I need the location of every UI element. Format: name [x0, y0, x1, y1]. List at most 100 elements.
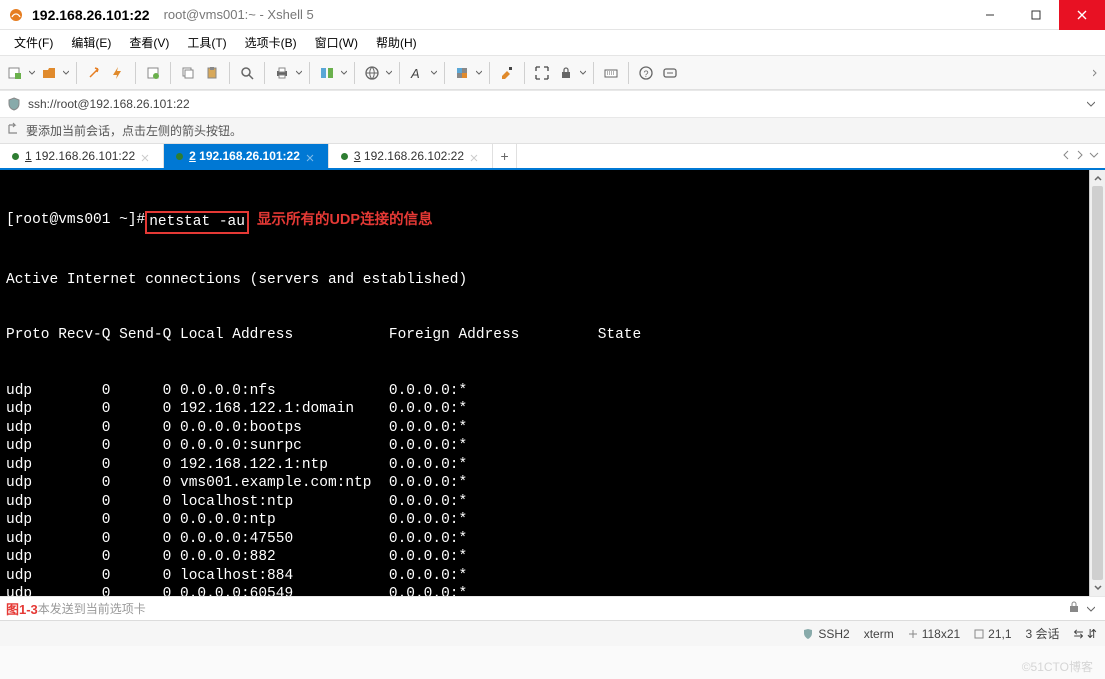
- highlight-icon[interactable]: [496, 62, 518, 84]
- dropdown-arrow-icon[interactable]: [28, 70, 36, 76]
- quick-connect-icon[interactable]: [107, 62, 129, 84]
- tab-close-icon[interactable]: [306, 151, 316, 161]
- toolbar-separator: [489, 62, 490, 84]
- terminal-line: udp 0 0 0.0.0.0:ntp 0.0.0.0:*: [6, 511, 1083, 530]
- status-dot-icon: [176, 153, 183, 160]
- font-icon[interactable]: A: [406, 62, 428, 84]
- dropdown-arrow-icon[interactable]: [295, 70, 303, 76]
- color-scheme-icon[interactable]: [451, 62, 473, 84]
- reconnect-icon[interactable]: [83, 62, 105, 84]
- toolbar: A ?: [0, 56, 1105, 90]
- dropdown-arrow-icon[interactable]: [430, 70, 438, 76]
- terminal[interactable]: [root@vms001 ~]# netstat -au显示所有的UDP连接的信…: [0, 170, 1089, 596]
- menu-tabs[interactable]: 选项卡(B): [237, 31, 305, 54]
- new-session-icon[interactable]: [4, 62, 26, 84]
- address-dropdown-icon[interactable]: [1083, 100, 1099, 108]
- terminal-line: udp 0 0 0.0.0.0:47550 0.0.0.0:*: [6, 530, 1083, 549]
- tab-close-icon[interactable]: [141, 151, 151, 161]
- terminal-scrollbar[interactable]: [1089, 170, 1105, 596]
- toolbar-separator: [135, 62, 136, 84]
- title-ip: 192.168.26.101:22: [32, 7, 150, 23]
- ssh-shield-icon: [6, 96, 22, 112]
- toolbar-overflow-icon[interactable]: [1091, 67, 1101, 79]
- dropdown-arrow-icon[interactable]: [475, 70, 483, 76]
- toolbar-separator: [309, 62, 310, 84]
- window-controls: [967, 0, 1105, 30]
- title-rest: root@vms001:~ - Xshell 5: [164, 7, 314, 22]
- tab-add-button[interactable]: +: [493, 144, 517, 168]
- open-session-icon[interactable]: [38, 62, 60, 84]
- keyboard-icon[interactable]: [600, 62, 622, 84]
- shield-icon: [802, 628, 814, 640]
- tab-next-icon[interactable]: [1075, 149, 1085, 163]
- close-button[interactable]: [1059, 0, 1105, 30]
- menu-window[interactable]: 窗口(W): [307, 31, 366, 54]
- toolbar-separator: [444, 62, 445, 84]
- status-dot-icon: [12, 153, 19, 160]
- terminal-line: Active Internet connections (servers and…: [6, 271, 1083, 290]
- status-ssh: SSH2: [802, 627, 849, 641]
- maximize-button[interactable]: [1013, 0, 1059, 30]
- dropdown-arrow-icon[interactable]: [579, 70, 587, 76]
- terminal-line: udp 0 0 192.168.122.1:domain 0.0.0.0:*: [6, 400, 1083, 419]
- menu-help[interactable]: 帮助(H): [368, 31, 425, 54]
- svg-text:A: A: [410, 66, 420, 81]
- menu-tools[interactable]: 工具(T): [179, 31, 234, 54]
- minimize-button[interactable]: [967, 0, 1013, 30]
- scroll-track[interactable]: [1090, 186, 1105, 580]
- toolbar-separator: [628, 62, 629, 84]
- tab-label: 1 192.168.26.101:22: [25, 149, 135, 163]
- print-icon[interactable]: [271, 62, 293, 84]
- transfer-icon[interactable]: [316, 62, 338, 84]
- tab-menu-icon[interactable]: [1089, 149, 1099, 163]
- send-placeholder[interactable]: 本发送到当前选项卡: [38, 600, 146, 617]
- tab-prev-icon[interactable]: [1061, 149, 1071, 163]
- session-tab[interactable]: 1 192.168.26.101:22: [0, 144, 164, 168]
- arrow-hint-icon[interactable]: [6, 122, 20, 139]
- toolbar-separator: [76, 62, 77, 84]
- help-icon[interactable]: ?: [635, 62, 657, 84]
- scroll-down-icon[interactable]: [1090, 580, 1105, 596]
- title-bar: 192.168.26.101:22 root@vms001:~ - Xshell…: [0, 0, 1105, 30]
- hint-bar: 要添加当前会话，点击左侧的箭头按钮。: [0, 118, 1105, 144]
- menu-view[interactable]: 查看(V): [121, 31, 177, 54]
- send-dropdown-icon[interactable]: [1087, 602, 1099, 616]
- scroll-thumb[interactable]: [1092, 186, 1103, 580]
- menu-bar: 文件(F) 编辑(E) 查看(V) 工具(T) 选项卡(B) 窗口(W) 帮助(…: [0, 30, 1105, 56]
- menu-file[interactable]: 文件(F): [6, 31, 61, 54]
- session-tab[interactable]: 2 192.168.26.101:22: [164, 144, 329, 168]
- encoding-icon[interactable]: [361, 62, 383, 84]
- address-bar: [0, 90, 1105, 118]
- paste-icon[interactable]: [201, 62, 223, 84]
- toolbar-separator: [264, 62, 265, 84]
- address-input[interactable]: [28, 97, 1077, 111]
- menu-edit[interactable]: 编辑(E): [63, 31, 119, 54]
- terminal-line: udp 0 0 localhost:ntp 0.0.0.0:*: [6, 493, 1083, 512]
- pos-icon: [974, 629, 984, 639]
- tab-nav: [1055, 144, 1105, 168]
- session-tab[interactable]: 3 192.168.26.102:22: [329, 144, 493, 168]
- toolbar-separator: [524, 62, 525, 84]
- scroll-up-icon[interactable]: [1090, 170, 1105, 186]
- copy-icon[interactable]: [177, 62, 199, 84]
- compose-bar-icon[interactable]: [659, 62, 681, 84]
- properties-icon[interactable]: [142, 62, 164, 84]
- terminal-columns: Proto Recv-Q Send-Q Local Address Foreig…: [6, 326, 1083, 345]
- dropdown-arrow-icon[interactable]: [385, 70, 393, 76]
- lock-icon[interactable]: [555, 62, 577, 84]
- status-term: xterm: [864, 627, 894, 641]
- terminal-line: udp 0 0 192.168.122.1:ntp 0.0.0.0:*: [6, 456, 1083, 475]
- toolbar-separator: [354, 62, 355, 84]
- fullscreen-icon[interactable]: [531, 62, 553, 84]
- status-sessions: 3 会话: [1026, 625, 1060, 642]
- status-size: 118x21: [908, 627, 960, 641]
- dropdown-arrow-icon[interactable]: [340, 70, 348, 76]
- find-icon[interactable]: [236, 62, 258, 84]
- app-icon: [8, 7, 24, 23]
- figure-label: 图1-3: [6, 599, 38, 618]
- svg-text:?: ?: [644, 69, 649, 79]
- toolbar-separator: [170, 62, 171, 84]
- send-lock-icon[interactable]: [1067, 600, 1081, 617]
- dropdown-arrow-icon[interactable]: [62, 70, 70, 76]
- tab-close-icon[interactable]: [470, 151, 480, 161]
